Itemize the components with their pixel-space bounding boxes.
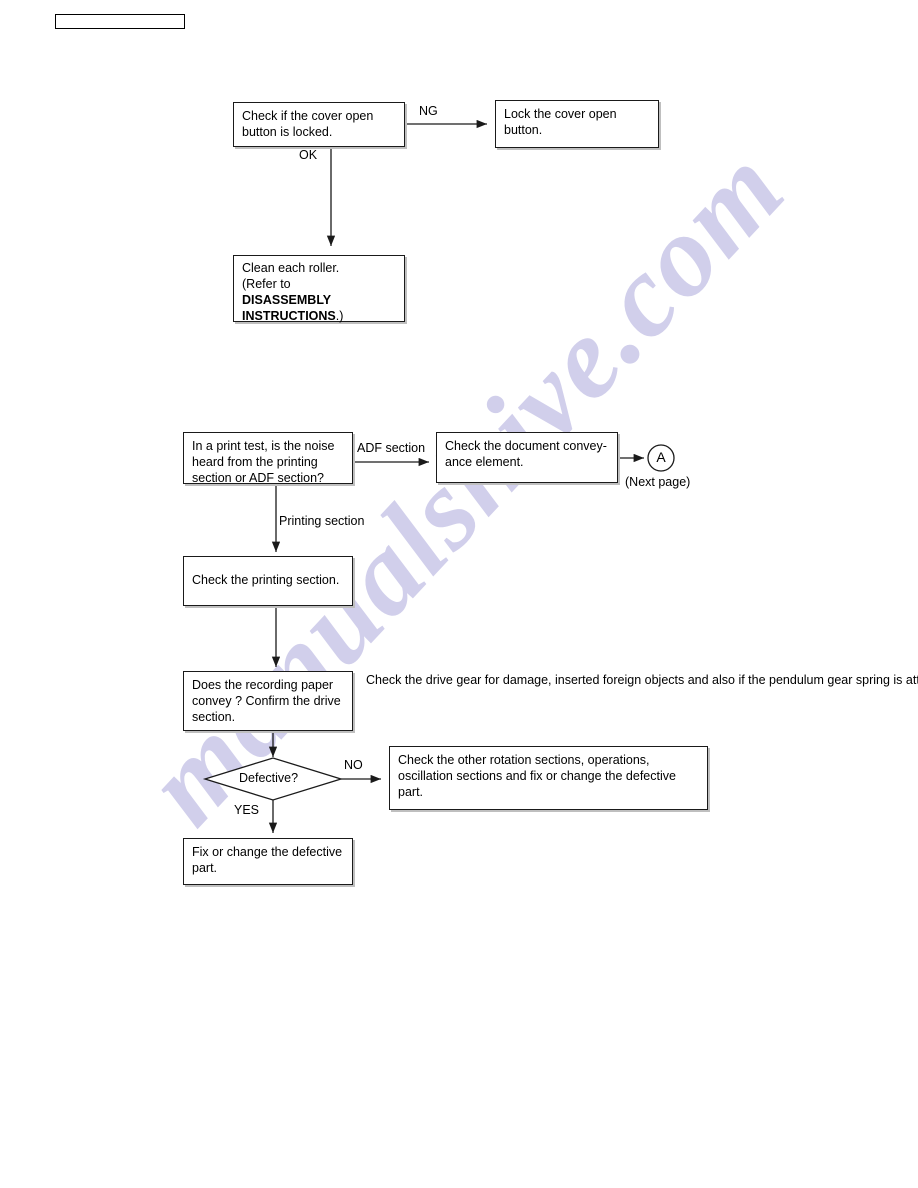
node-line-bold: INSTRUCTIONS <box>242 309 336 323</box>
node-line: .) <box>335 309 344 323</box>
node-line: part. <box>398 785 424 799</box>
edge-label-yes: YES <box>234 803 260 817</box>
node-fix-or-change-defective-part[interactable]: Fix or change the defective part. <box>183 838 353 885</box>
node-line: heard from the printing <box>192 455 318 469</box>
node-line: In a print test, is the noise <box>192 439 335 453</box>
node-line: Check if the cover open <box>242 109 374 123</box>
connector-a-caption: (Next page) <box>625 475 691 489</box>
flow-node-layer: Check if the cover open button is locked… <box>0 0 918 1188</box>
edge-label-no: NO <box>344 758 363 772</box>
node-line: part. <box>192 861 218 875</box>
note-line: objects and also if the pendulum gear sp… <box>644 673 903 687</box>
node-check-other-rotation-sections[interactable]: Check the other rotation sections, opera… <box>389 746 708 810</box>
document-page: manualshive.com Check if the cover open … <box>0 0 918 1188</box>
node-print-test-noise-source[interactable]: In a print test, is the noise heard from… <box>183 432 353 485</box>
node-clean-each-roller[interactable]: Clean each roller. (Refer to DISASSEMBLY… <box>233 255 405 323</box>
node-line: Fix or change the defective <box>192 845 343 859</box>
node-line: convey ? Confirm the drive <box>192 694 341 708</box>
node-lock-cover-open-button[interactable]: Lock the cover open button. <box>495 100 659 148</box>
node-recording-paper-convey[interactable]: Does the recording paper convey ? Confir… <box>183 671 353 731</box>
edge-label-ng: NG <box>419 104 438 118</box>
node-line: Check the document convey- <box>445 439 607 453</box>
note-line: attached correctly. <box>905 673 918 687</box>
node-line: ance element. <box>445 455 524 469</box>
node-check-document-conveyance[interactable]: Check the document convey- ance element. <box>436 432 618 483</box>
edge-label-printing-section: Printing section <box>279 514 365 528</box>
node-line: (Refer to <box>242 277 291 291</box>
node-check-printing-section[interactable]: Check the printing section. <box>183 556 353 606</box>
node-line: Does the recording paper <box>192 678 334 692</box>
node-line: Check the other rotation sections, opera… <box>398 753 650 767</box>
node-line: Lock the cover open <box>504 107 617 121</box>
decision-label: Defective? <box>239 771 299 785</box>
note-drive-gear: Check the drive gear for damage, inserte… <box>366 672 918 689</box>
connector-a-letter: A <box>656 449 666 465</box>
node-line: section or ADF section? <box>192 471 325 485</box>
node-line: Clean each roller. <box>242 261 340 275</box>
node-line: section. <box>192 710 236 724</box>
header-rule-box <box>55 14 185 29</box>
edge-label-ok: OK <box>299 148 318 162</box>
edge-label-adf-section: ADF section <box>357 441 426 455</box>
node-line: Check the printing section. <box>192 573 340 587</box>
node-check-cover-open-button[interactable]: Check if the cover open button is locked… <box>233 102 405 147</box>
note-line: Check the drive gear for damage, inserte… <box>366 673 642 687</box>
node-line-bold: DISASSEMBLY <box>242 293 332 307</box>
node-line: button. <box>504 123 543 137</box>
node-line: button is locked. <box>242 125 333 139</box>
node-line: oscillation sections and fix or change t… <box>398 769 676 783</box>
